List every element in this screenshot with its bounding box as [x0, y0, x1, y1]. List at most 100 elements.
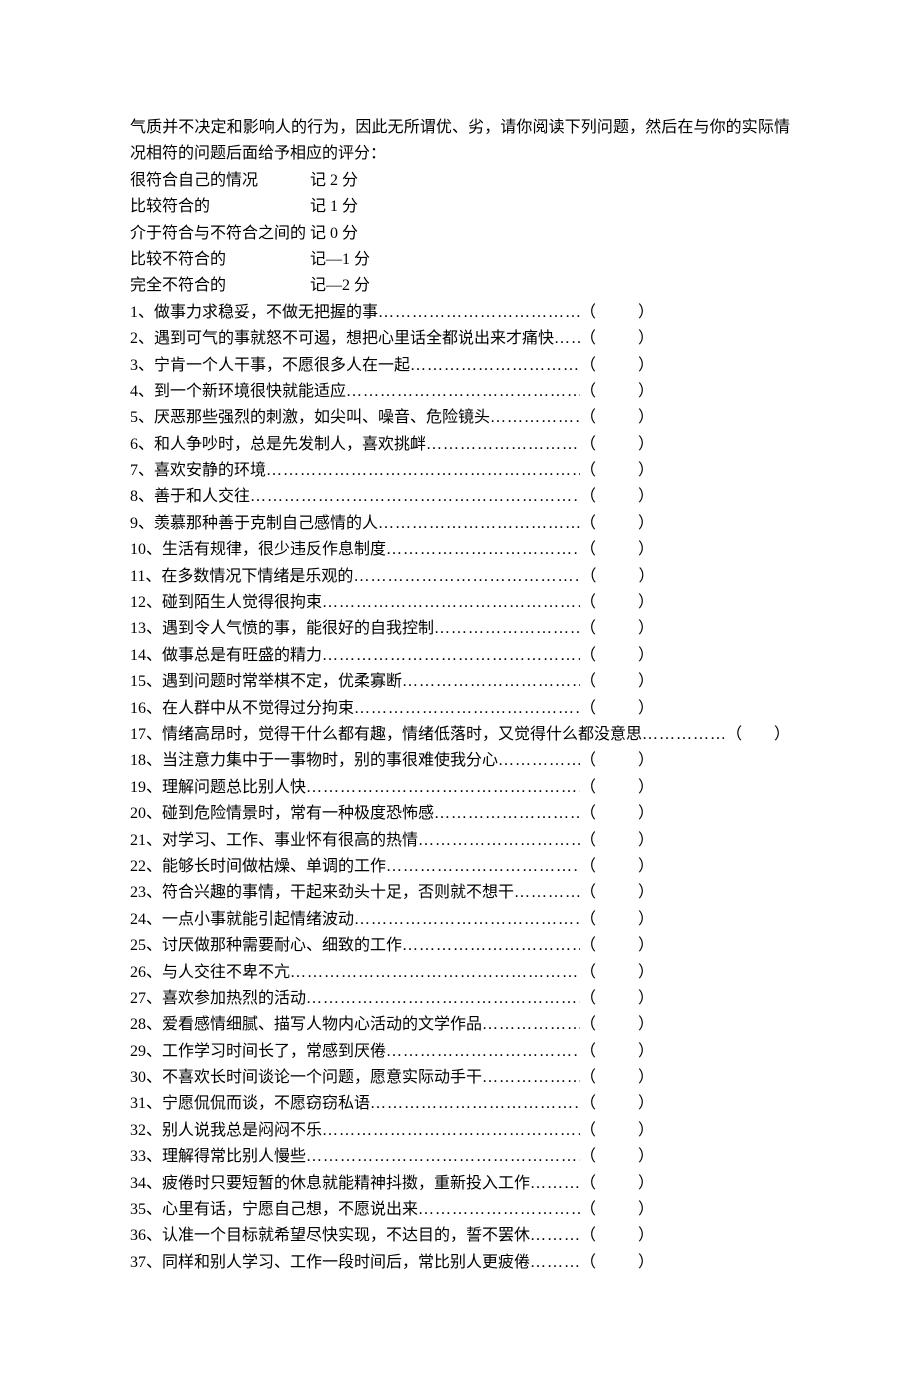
- answer-blank-open[interactable]: （: [580, 379, 596, 405]
- answer-blank-open[interactable]: （: [580, 643, 596, 669]
- leader-dots: ………………………………………………………………………………: [642, 722, 724, 748]
- answer-blank-open[interactable]: （: [580, 353, 596, 379]
- answer-blank-open[interactable]: （: [580, 933, 596, 959]
- answer-blank-open[interactable]: （: [580, 696, 596, 722]
- answer-blank-close[interactable]: ）: [638, 537, 654, 563]
- answer-blank-open[interactable]: （: [580, 1118, 596, 1144]
- question-number: 17: [130, 722, 146, 748]
- answer-blank-close[interactable]: ）: [774, 722, 790, 748]
- answer-blank-open[interactable]: （: [580, 907, 596, 933]
- answer-blank-open[interactable]: （: [580, 564, 596, 590]
- answer-blank-open[interactable]: （: [580, 1144, 596, 1170]
- answer-blank-close[interactable]: ）: [638, 960, 654, 986]
- answer-blank-close[interactable]: ）: [638, 353, 654, 379]
- answer-blank-close[interactable]: ）: [638, 907, 654, 933]
- answer-blank-close[interactable]: ）: [638, 432, 654, 458]
- leader-dots: ………………………………………………………………………………: [402, 933, 580, 959]
- answer-blank-close[interactable]: ）: [638, 696, 654, 722]
- answer-blank-close[interactable]: ）: [638, 1250, 654, 1276]
- answer-blank-close[interactable]: ）: [638, 511, 654, 537]
- question-row: 6、和人争吵时，总是先发制人，喜欢挑衅…………………………………………………………: [130, 432, 790, 458]
- answer-blank-close[interactable]: ）: [638, 326, 654, 352]
- question-number: 31: [130, 1091, 146, 1117]
- question-text: 喜欢参加热烈的活动: [162, 986, 306, 1012]
- answer-blank-open[interactable]: （: [726, 722, 742, 748]
- answer-blank-open[interactable]: （: [580, 405, 596, 431]
- answer-blank-open[interactable]: （: [580, 1223, 596, 1249]
- answer-blank-open[interactable]: （: [580, 326, 596, 352]
- question-row: 9、羡慕那种善于克制自己感情的人…………………………………………………………………: [130, 511, 790, 537]
- answer-blank-open[interactable]: （: [580, 537, 596, 563]
- question-row: 27、喜欢参加热烈的活动……………………………………………………………………………: [130, 986, 790, 1012]
- answer-blank-close[interactable]: ）: [638, 986, 654, 1012]
- question-text: 在人群中从不觉得过分拘束: [162, 696, 354, 722]
- answer-blank-open[interactable]: （: [580, 1197, 596, 1223]
- answer-blank-close[interactable]: ）: [638, 379, 654, 405]
- answer-blank-open[interactable]: （: [580, 801, 596, 827]
- answer-blank-open[interactable]: （: [580, 1250, 596, 1276]
- question-text: 做事力求稳妥，不做无把握的事: [154, 300, 378, 326]
- question-row: 7、喜欢安静的环境………………………………………………………………………………（…: [130, 458, 790, 484]
- answer-blank-open[interactable]: （: [580, 1012, 596, 1038]
- question-number: 13: [130, 616, 146, 642]
- answer-blank-close[interactable]: ）: [638, 1091, 654, 1117]
- answer-blank-close[interactable]: ）: [638, 1118, 654, 1144]
- answer-blank-open[interactable]: （: [580, 748, 596, 774]
- answer-blank-open[interactable]: （: [580, 590, 596, 616]
- question-text: 与人交往不卑不亢: [162, 960, 290, 986]
- answer-blank-open[interactable]: （: [580, 432, 596, 458]
- answer-blank-close[interactable]: ）: [638, 1223, 654, 1249]
- question-number: 3: [130, 353, 138, 379]
- separator: 、: [145, 564, 161, 590]
- answer-blank-open[interactable]: （: [580, 986, 596, 1012]
- answer-blank-close[interactable]: ）: [638, 854, 654, 880]
- answer-blank-close[interactable]: ）: [638, 933, 654, 959]
- answer-blank-close[interactable]: ）: [638, 1144, 654, 1170]
- question-row: 30、不喜欢长时间谈论一个问题，愿意实际动手干………………………………………………: [130, 1065, 790, 1091]
- answer-blank-close[interactable]: ）: [638, 1197, 654, 1223]
- answer-blank-open[interactable]: （: [580, 616, 596, 642]
- answer-blank-close[interactable]: ）: [638, 1065, 654, 1091]
- answer-blank-open[interactable]: （: [580, 828, 596, 854]
- answer-blank-open[interactable]: （: [580, 960, 596, 986]
- answer-blank-open[interactable]: （: [580, 1171, 596, 1197]
- answer-blank-close[interactable]: ）: [638, 828, 654, 854]
- answer-blank-close[interactable]: ）: [638, 748, 654, 774]
- answer-blank-close[interactable]: ）: [638, 669, 654, 695]
- answer-blank-open[interactable]: （: [580, 854, 596, 880]
- question-number: 26: [130, 960, 146, 986]
- answer-blank-open[interactable]: （: [580, 1091, 596, 1117]
- answer-blank-close[interactable]: ）: [638, 1012, 654, 1038]
- answer-blank-open[interactable]: （: [580, 1039, 596, 1065]
- answer-blank-open[interactable]: （: [580, 880, 596, 906]
- answer-blank-close[interactable]: ）: [638, 564, 654, 590]
- answer-blank-close[interactable]: ）: [638, 1039, 654, 1065]
- answer-blank-close[interactable]: ）: [638, 484, 654, 510]
- answer-blank-close[interactable]: ）: [638, 801, 654, 827]
- separator: 、: [138, 379, 154, 405]
- leader-dots: ………………………………………………………………………………: [386, 1039, 580, 1065]
- answer-blank-open[interactable]: （: [580, 458, 596, 484]
- answer-blank-open[interactable]: （: [580, 775, 596, 801]
- question-text: 能够长时间做枯燥、单调的工作: [162, 854, 386, 880]
- answer-blank-close[interactable]: ）: [638, 1171, 654, 1197]
- answer-blank-close[interactable]: ）: [638, 300, 654, 326]
- scoring-label: 很符合自己的情况: [130, 168, 310, 194]
- answer-blank-close[interactable]: ）: [638, 880, 654, 906]
- answer-blank-close[interactable]: ）: [638, 405, 654, 431]
- separator: 、: [146, 801, 162, 827]
- answer-blank-close[interactable]: ）: [638, 616, 654, 642]
- answer-blank-open[interactable]: （: [580, 511, 596, 537]
- question-text: 遇到问题时常举棋不定，优柔寡断: [162, 669, 402, 695]
- answer-blank-close[interactable]: ）: [638, 643, 654, 669]
- separator: 、: [138, 300, 154, 326]
- question-row: 11、在多数情况下情绪是乐观的……………………………………………………………………: [130, 564, 790, 590]
- answer-blank-open[interactable]: （: [580, 669, 596, 695]
- scoring-value: 记 1 分: [310, 194, 358, 220]
- answer-blank-open[interactable]: （: [580, 1065, 596, 1091]
- answer-blank-open[interactable]: （: [580, 300, 596, 326]
- answer-blank-close[interactable]: ）: [638, 590, 654, 616]
- answer-blank-close[interactable]: ）: [638, 775, 654, 801]
- answer-blank-open[interactable]: （: [580, 484, 596, 510]
- answer-blank-close[interactable]: ）: [638, 458, 654, 484]
